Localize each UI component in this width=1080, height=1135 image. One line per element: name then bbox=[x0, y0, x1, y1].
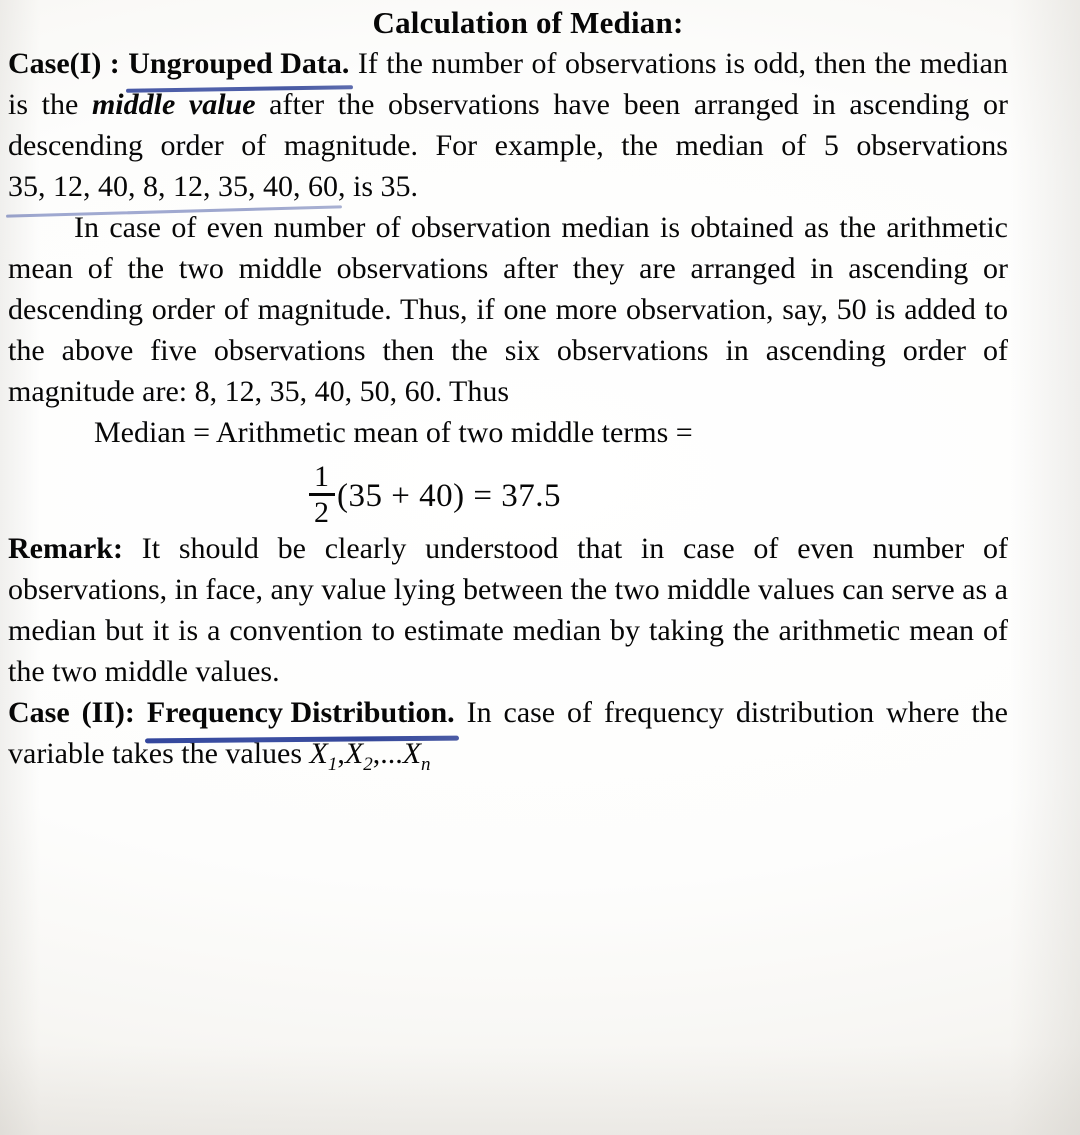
page-title: Calculation of Median: bbox=[372, 5, 684, 40]
scanned-page: Calculation of Median: Case(I) : Ungroup… bbox=[0, 0, 1080, 1135]
paragraph-even-case: In case of even number of observation me… bbox=[8, 207, 1008, 412]
fraction-denominator: 2 bbox=[314, 496, 329, 529]
one-half-fraction: 1 2 bbox=[308, 460, 335, 529]
variable-xn-subscript: n bbox=[421, 754, 431, 775]
paragraph-case-2: Case (II): Frequency Distribution. In ca… bbox=[8, 692, 1008, 785]
fraction-numerator: 1 bbox=[314, 460, 329, 493]
page-shadow-bottom bbox=[0, 1045, 1080, 1135]
variable-x1-subscript: 1 bbox=[327, 754, 338, 775]
even-case-body: In case of even number of observation me… bbox=[8, 211, 1008, 408]
case-1-lead-label: Case(I) : bbox=[8, 47, 129, 80]
page-shadow-right bbox=[1010, 0, 1080, 1135]
page-content: Calculation of Median: Case(I) : Ungroup… bbox=[8, 0, 1008, 785]
case-1-emphasis-middle-value: middle value bbox=[91, 88, 256, 121]
variable-x1-symbol: X bbox=[309, 737, 328, 770]
case-1-body-third: , is 35. bbox=[338, 170, 419, 203]
case-1-underlined-term: Ungrouped Data. bbox=[128, 43, 349, 84]
variable-x1: X1 bbox=[309, 737, 338, 775]
median-fraction-expression: 1 2 (35 + 40) = 37.5 bbox=[8, 460, 1008, 529]
case-1-observation-values: 35, 12, 40, 8, 12, 35, 40, 60 bbox=[8, 166, 338, 207]
case-2-underlined-term: Frequency Distribution. bbox=[147, 692, 455, 733]
variable-x2: X2 bbox=[344, 737, 373, 775]
paragraph-case-1: Case(I) : Ungrouped Data. If the number … bbox=[8, 43, 1008, 207]
fraction-right-expression: (35 + 40) = 37.5 bbox=[337, 477, 561, 514]
variable-separator-2: ,... bbox=[372, 737, 403, 770]
remark-lead-label: Remark: bbox=[8, 532, 123, 565]
paragraph-remark: Remark: It should be clearly understood … bbox=[8, 528, 1008, 692]
variable-separator-1: , bbox=[337, 737, 345, 770]
case-2-lead-label: Case (II): bbox=[8, 696, 147, 729]
remark-body: It should be clearly understood that in … bbox=[8, 532, 1008, 688]
variable-xn: Xn bbox=[402, 737, 431, 775]
variable-x2-subscript: 2 bbox=[363, 754, 373, 775]
median-equation-line: Median = Arithmetic mean of two middle t… bbox=[94, 416, 693, 449]
variable-xn-symbol: X bbox=[402, 737, 422, 770]
variable-x2-symbol: X bbox=[344, 737, 364, 770]
